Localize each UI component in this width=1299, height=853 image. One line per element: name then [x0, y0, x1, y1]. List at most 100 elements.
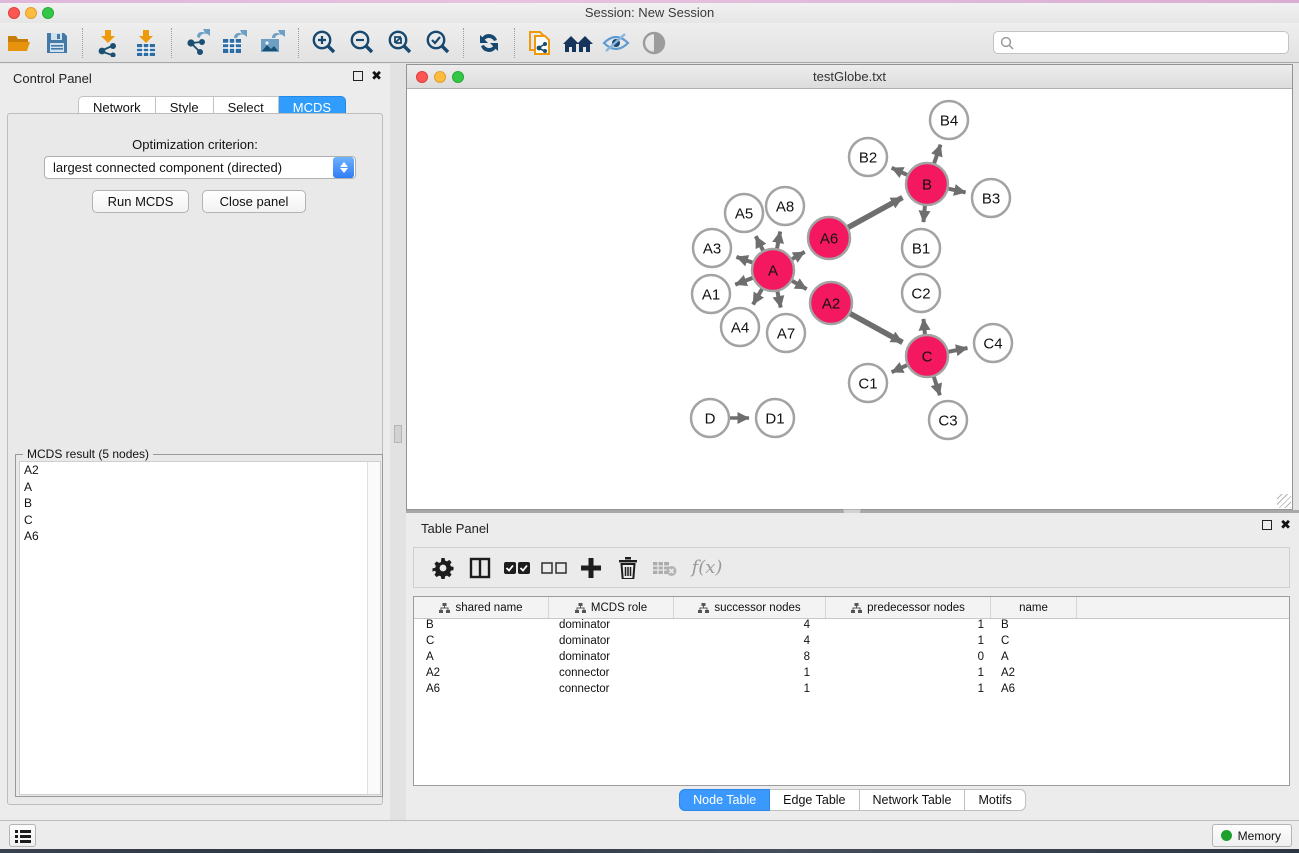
- mcds-result-list[interactable]: A2ABCA6: [19, 461, 381, 795]
- graph-node-A[interactable]: A: [752, 249, 794, 291]
- graph-node-B1[interactable]: B1: [902, 229, 940, 267]
- table-cell[interactable]: connector: [549, 683, 674, 699]
- add-column-icon[interactable]: [572, 551, 609, 585]
- network-close-button[interactable]: [416, 71, 428, 83]
- show-eye-icon[interactable]: [635, 26, 673, 60]
- column-header-shared-name[interactable]: shared name: [414, 597, 549, 618]
- network-minimize-button[interactable]: [434, 71, 446, 83]
- column-header-MCDS-role[interactable]: MCDS role: [549, 597, 674, 618]
- network-zoom-button[interactable]: [452, 71, 464, 83]
- graph-node-A3[interactable]: A3: [693, 229, 731, 267]
- table-cell[interactable]: C: [991, 635, 1077, 651]
- run-mcds-button[interactable]: Run MCDS: [92, 190, 189, 213]
- graph-node-B2[interactable]: B2: [849, 138, 887, 176]
- table-cell[interactable]: dominator: [549, 651, 674, 667]
- table-cell[interactable]: B: [991, 619, 1077, 635]
- graph-node-C3[interactable]: C3: [929, 401, 967, 439]
- tab-edge-table[interactable]: Edge Table: [770, 789, 859, 811]
- table-cell[interactable]: 1: [826, 619, 991, 635]
- table-cell[interactable]: 8: [674, 651, 826, 667]
- graph-node-D1[interactable]: D1: [756, 399, 794, 437]
- graph-node-A4[interactable]: A4: [721, 308, 759, 346]
- network-window-titlebar[interactable]: testGlobe.txt: [407, 65, 1292, 89]
- graph-node-A5[interactable]: A5: [725, 194, 763, 232]
- export-table-icon[interactable]: [216, 26, 254, 60]
- float-table-panel-icon[interactable]: [1262, 520, 1272, 530]
- function-builder-icon[interactable]: f(x): [683, 551, 731, 585]
- zoom-window-button[interactable]: [42, 7, 54, 19]
- table-cell[interactable]: A: [991, 651, 1077, 667]
- table-cell[interactable]: 4: [674, 619, 826, 635]
- graph-node-A6[interactable]: A6: [808, 217, 850, 259]
- graph-edge-C-C3[interactable]: [933, 374, 940, 395]
- destroy-table-icon[interactable]: [646, 551, 683, 585]
- graph-node-C4[interactable]: C4: [974, 324, 1012, 362]
- search-input[interactable]: [1014, 36, 1288, 50]
- zoom-out-icon[interactable]: [343, 26, 381, 60]
- mcds-result-item[interactable]: A: [20, 479, 380, 496]
- table-cell[interactable]: 1: [674, 667, 826, 683]
- mcds-result-item[interactable]: C: [20, 512, 380, 529]
- close-panel-icon[interactable]: ✖: [371, 71, 382, 81]
- tab-network-table[interactable]: Network Table: [860, 789, 966, 811]
- table-cell[interactable]: dominator: [549, 635, 674, 651]
- table-cell[interactable]: 1: [826, 635, 991, 651]
- import-network-icon[interactable]: [89, 26, 127, 60]
- deselect-all-icon[interactable]: [535, 551, 572, 585]
- minimize-window-button[interactable]: [25, 7, 37, 19]
- table-row[interactable]: A2connector11A2: [414, 667, 1289, 683]
- table-row[interactable]: Bdominator41B: [414, 619, 1289, 635]
- graph-node-B[interactable]: B: [906, 163, 948, 205]
- open-file-icon[interactable]: [0, 26, 38, 60]
- scrollbar-track[interactable]: [367, 462, 380, 794]
- mcds-result-item[interactable]: B: [20, 495, 380, 512]
- task-history-button[interactable]: [9, 824, 36, 847]
- table-row[interactable]: A6connector11A6: [414, 683, 1289, 699]
- column-header-predecessor-nodes[interactable]: predecessor nodes: [826, 597, 991, 618]
- graph-edge-A2-C[interactable]: [848, 312, 903, 342]
- duplicate-network-icon[interactable]: [521, 26, 559, 60]
- search-box[interactable]: [993, 31, 1289, 54]
- node-table[interactable]: shared nameMCDS rolesuccessor nodesprede…: [413, 596, 1290, 786]
- table-cell[interactable]: 0: [826, 651, 991, 667]
- table-row[interactable]: Adominator80A: [414, 651, 1289, 667]
- graph-edge-C-C4[interactable]: [946, 348, 968, 352]
- zoom-in-icon[interactable]: [305, 26, 343, 60]
- table-cell[interactable]: 1: [826, 667, 991, 683]
- delete-column-icon[interactable]: [609, 551, 646, 585]
- close-table-panel-icon[interactable]: ✖: [1280, 520, 1291, 530]
- table-cell[interactable]: A6: [414, 683, 549, 699]
- mcds-result-item[interactable]: A2: [20, 462, 380, 479]
- resize-grip[interactable]: [1277, 494, 1291, 508]
- graph-node-A8[interactable]: A8: [766, 187, 804, 225]
- column-header-successor-nodes[interactable]: successor nodes: [674, 597, 826, 618]
- column-header-name[interactable]: name: [991, 597, 1077, 618]
- graph-edge-B-B4[interactable]: [933, 145, 940, 166]
- home-icon[interactable]: [559, 26, 597, 60]
- graph-node-A7[interactable]: A7: [767, 314, 805, 352]
- criterion-dropdown[interactable]: largest connected component (directed): [44, 156, 356, 179]
- graph-node-C1[interactable]: C1: [849, 364, 887, 402]
- zoom-selected-icon[interactable]: [419, 26, 457, 60]
- export-image-icon[interactable]: [254, 26, 292, 60]
- table-cell[interactable]: 1: [826, 683, 991, 699]
- close-panel-button[interactable]: Close panel: [202, 190, 306, 213]
- table-cell[interactable]: dominator: [549, 619, 674, 635]
- table-cell[interactable]: A6: [991, 683, 1077, 699]
- import-table-icon[interactable]: [127, 26, 165, 60]
- table-cell[interactable]: 1: [674, 683, 826, 699]
- graph-node-A2[interactable]: A2: [810, 282, 852, 324]
- zoom-fit-icon[interactable]: [381, 26, 419, 60]
- refresh-icon[interactable]: [470, 26, 508, 60]
- table-row[interactable]: Cdominator41C: [414, 635, 1289, 651]
- table-cell[interactable]: C: [414, 635, 549, 651]
- float-panel-icon[interactable]: [353, 71, 363, 81]
- hide-eye-icon[interactable]: [597, 26, 635, 60]
- graph-edge-A6-B[interactable]: [846, 198, 903, 229]
- table-cell[interactable]: A2: [414, 667, 549, 683]
- table-cell[interactable]: A2: [991, 667, 1077, 683]
- table-cell[interactable]: connector: [549, 667, 674, 683]
- tab-motifs[interactable]: Motifs: [965, 789, 1025, 811]
- tab-node-table[interactable]: Node Table: [679, 789, 770, 811]
- column-visibility-icon[interactable]: [461, 551, 498, 585]
